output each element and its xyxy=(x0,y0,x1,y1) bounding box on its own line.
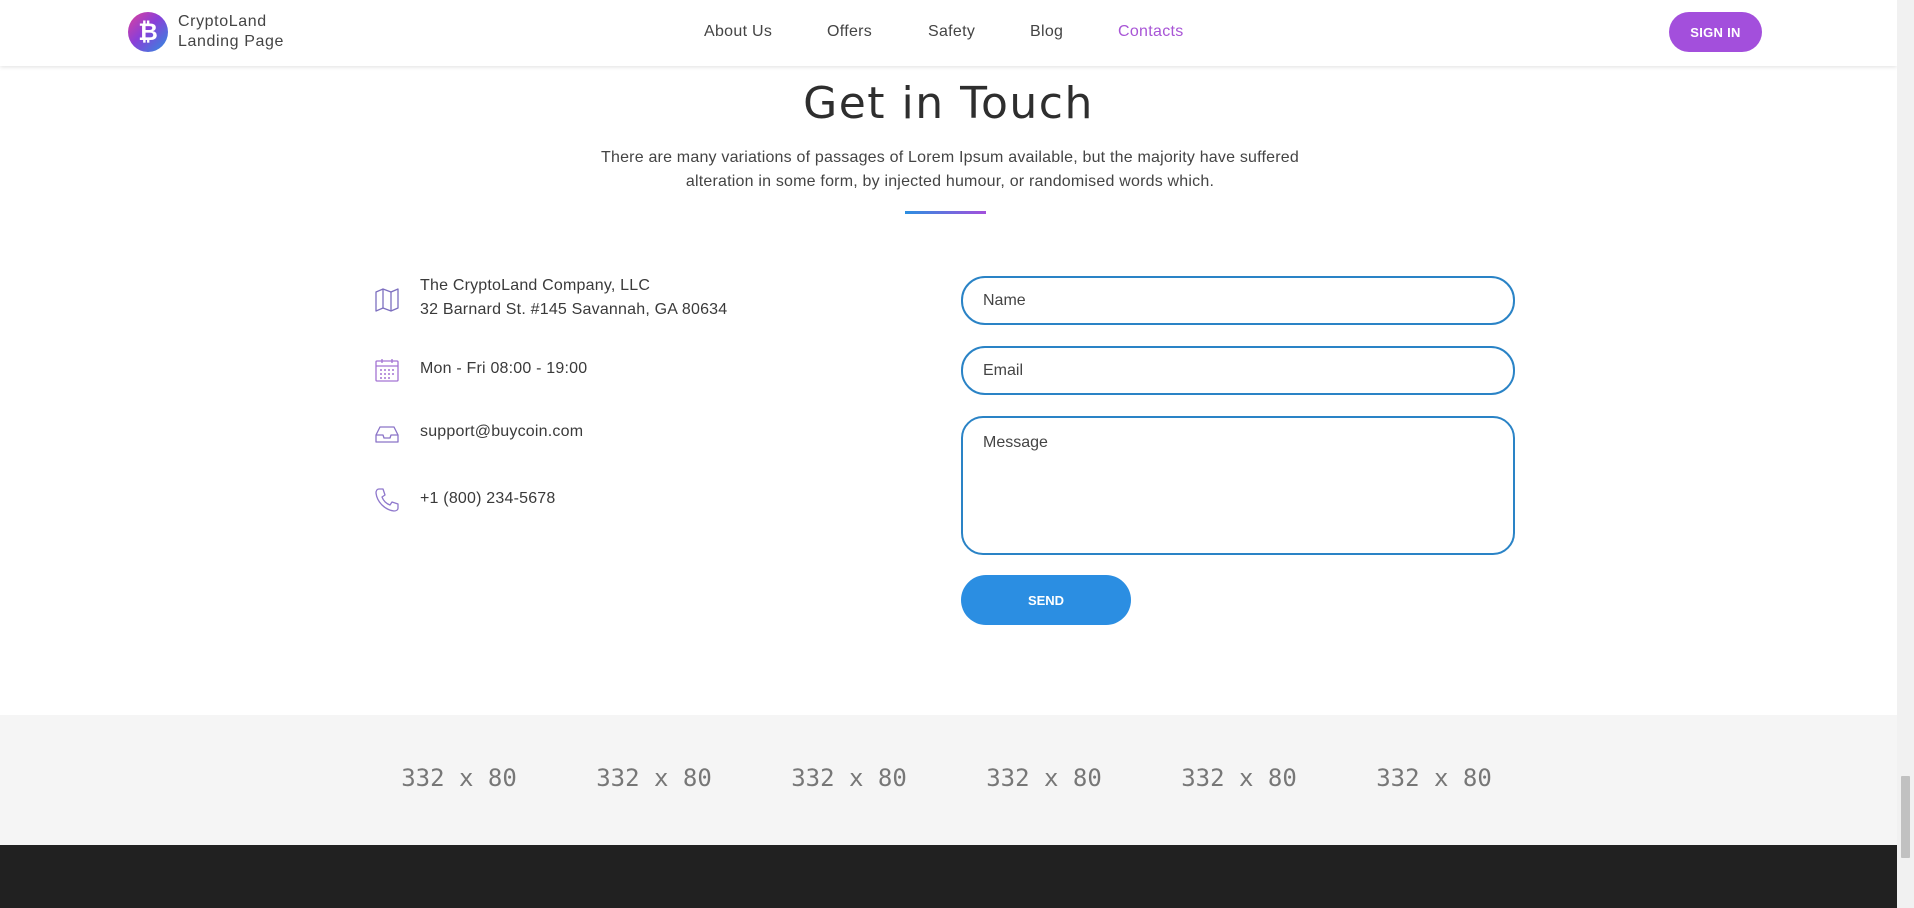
nav-blog[interactable]: Blog xyxy=(1030,21,1063,43)
business-hours: Mon - Fri 08:00 - 19:00 xyxy=(420,360,588,377)
nav-about-us[interactable]: About Us xyxy=(704,21,772,43)
partner-logo-placeholder[interactable]: 332 x 80 xyxy=(554,764,754,792)
sign-in-button[interactable]: SIGN IN xyxy=(1669,12,1762,52)
partner-logo-placeholder[interactable]: 332 x 80 xyxy=(359,764,559,792)
partner-logo-placeholder[interactable]: 332 x 80 xyxy=(944,764,1144,792)
main-nav: About Us Offers Safety Blog Contacts xyxy=(0,21,1897,43)
message-textarea[interactable] xyxy=(961,416,1515,555)
name-input[interactable] xyxy=(961,276,1515,325)
company-name: The CryptoLand Company, LLC xyxy=(420,277,651,294)
scrollbar-thumb[interactable] xyxy=(1901,776,1910,858)
page-scrollbar[interactable] xyxy=(1897,0,1914,908)
partner-logo-placeholder[interactable]: 332 x 80 xyxy=(749,764,949,792)
subtitle-line-2: alteration in some form, by injected hum… xyxy=(685,173,1215,190)
calendar-icon xyxy=(375,359,399,382)
site-header: ₿ CryptoLand Landing Page About Us Offer… xyxy=(0,0,1897,66)
email-input[interactable] xyxy=(961,346,1515,395)
send-button[interactable]: SEND xyxy=(961,575,1131,625)
partners-strip: 332 x 80 332 x 80 332 x 80 332 x 80 332 … xyxy=(0,715,1897,845)
site-footer xyxy=(0,845,1897,908)
street-address: 32 Barnard St. #145 Savannah, GA 80634 xyxy=(420,301,728,318)
inbox-icon xyxy=(375,426,399,443)
section-subtitle: There are many variations of passages of… xyxy=(570,146,1330,194)
phone-icon xyxy=(375,488,399,512)
nav-offers[interactable]: Offers xyxy=(827,21,872,43)
title-divider xyxy=(905,211,986,214)
subtitle-line-1: There are many variations of passages of… xyxy=(601,149,1299,166)
phone-number[interactable]: +1 (800) 234-5678 xyxy=(420,487,556,511)
partner-logo-placeholder[interactable]: 332 x 80 xyxy=(1139,764,1339,792)
section-title: Get in Touch xyxy=(803,78,1094,129)
partner-logo-placeholder[interactable]: 332 x 80 xyxy=(1334,764,1534,792)
company-address: The CryptoLand Company, LLC 32 Barnard S… xyxy=(420,274,727,322)
page: ₿ CryptoLand Landing Page About Us Offer… xyxy=(0,0,1897,908)
map-icon xyxy=(375,288,399,312)
nav-safety[interactable]: Safety xyxy=(928,21,975,43)
support-email[interactable]: support@buycoin.com xyxy=(420,420,583,444)
nav-contacts[interactable]: Contacts xyxy=(1118,21,1184,43)
